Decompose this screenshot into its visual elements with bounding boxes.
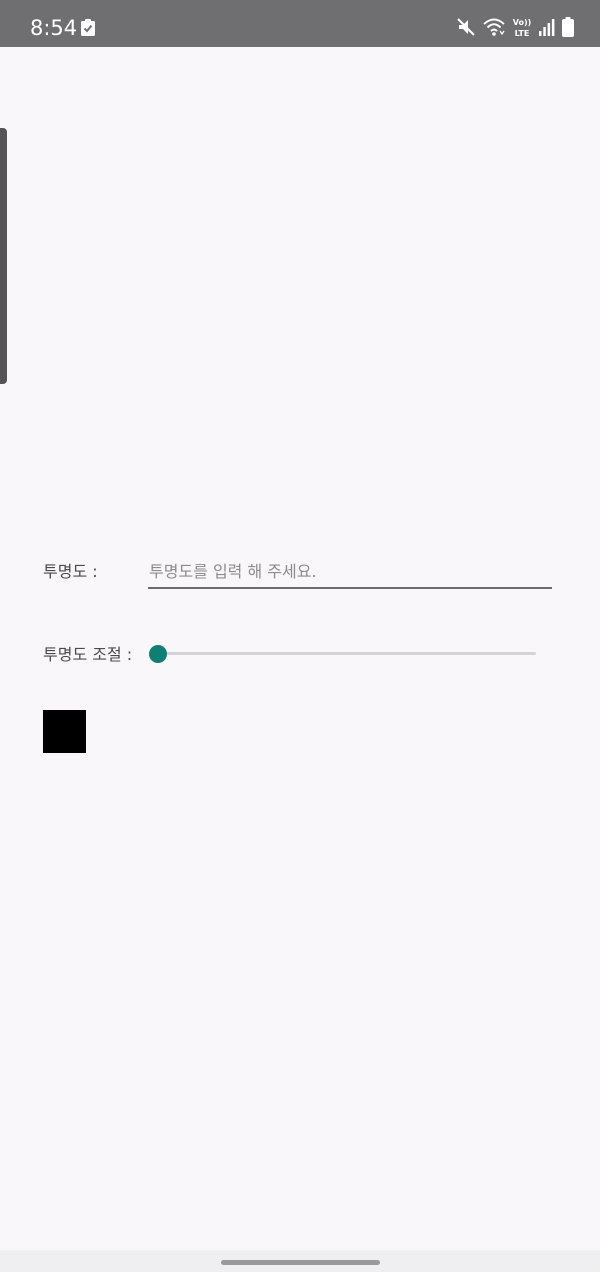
edge-panel-handle[interactable] — [0, 128, 7, 384]
opacity-input[interactable] — [148, 555, 553, 587]
opacity-label: 투명도 : — [43, 562, 98, 581]
wifi-icon — [483, 18, 505, 36]
opacity-slider[interactable] — [149, 644, 536, 664]
volte-text-line1: Vo)) — [513, 18, 532, 27]
status-time: 8:54 — [30, 16, 78, 40]
battery-icon — [562, 17, 574, 37]
checkbox-notification-icon — [81, 19, 95, 36]
opacity-slider-label: 투명도 조절 : — [43, 645, 133, 664]
mute-icon — [457, 18, 475, 36]
opacity-input-container — [148, 555, 553, 589]
status-icons: Vo)) LTE — [456, 14, 574, 40]
signal-icon — [539, 19, 555, 36]
volte-icon: Vo)) LTE — [513, 18, 532, 38]
slider-thumb[interactable] — [149, 645, 167, 663]
status-bar: 8:54 Vo)) LTE — [0, 0, 600, 47]
home-indicator[interactable] — [221, 1260, 380, 1265]
opacity-preview-square — [43, 710, 86, 753]
slider-track — [158, 652, 536, 655]
volte-text-line2: LTE — [515, 29, 530, 38]
navigation-bar — [0, 1250, 600, 1272]
